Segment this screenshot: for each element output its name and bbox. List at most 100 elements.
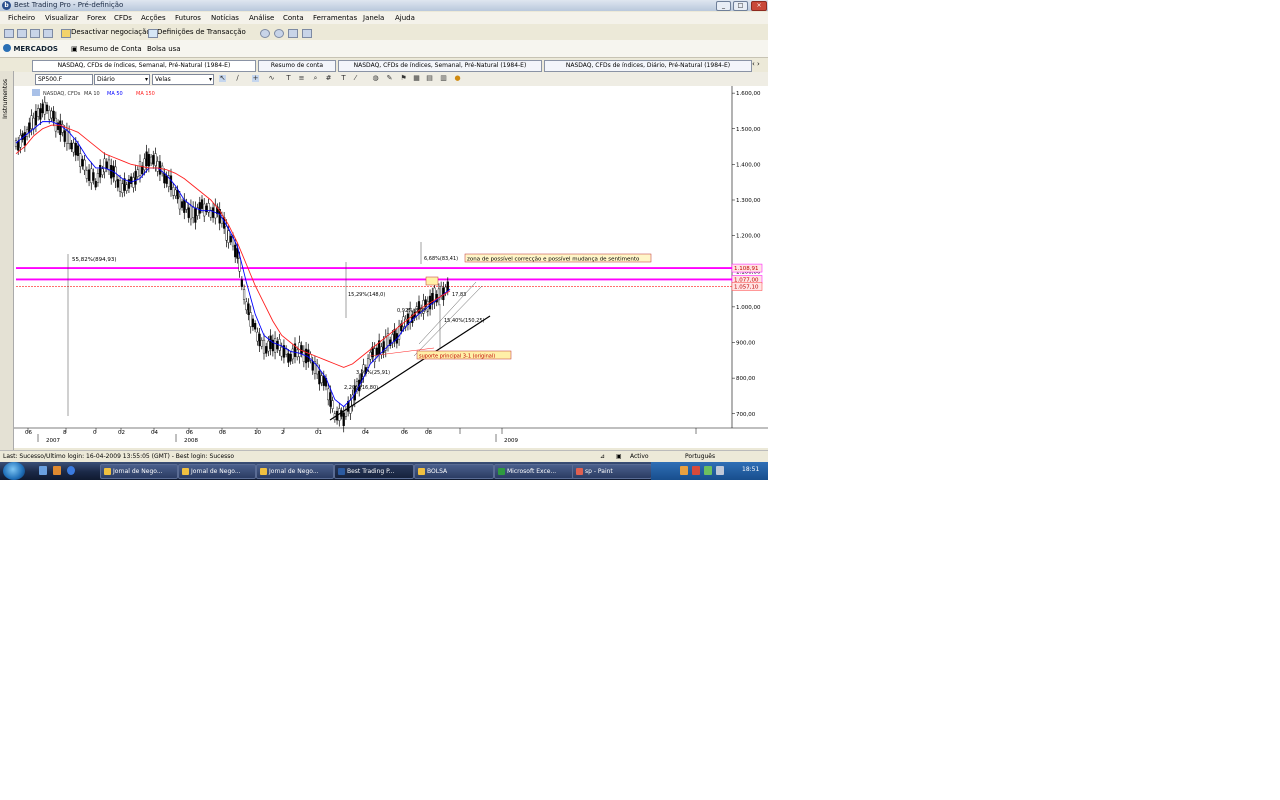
- tray-icon-1[interactable]: [680, 466, 688, 475]
- refresh-icon[interactable]: [288, 29, 298, 38]
- new-icon[interactable]: [4, 29, 14, 38]
- disable-trading-button[interactable]: Desactivar negociação: [71, 28, 151, 36]
- tab-nasdaq-weekly[interactable]: NASDAQ, CFDs de índices, Semanal, Pré-Na…: [32, 60, 256, 72]
- settings-icon[interactable]: [148, 29, 158, 38]
- wave-tool-icon[interactable]: ∿: [268, 75, 275, 82]
- candle-body: [238, 258, 241, 272]
- minimize-button[interactable]: _: [716, 1, 731, 11]
- status-message: Last: Sucesso/Ultimo login: 16-04-2009 1…: [3, 453, 235, 460]
- task-excel[interactable]: Microsoft Exce...: [494, 464, 574, 479]
- indicator-icon[interactable]: ⚑: [400, 75, 407, 82]
- task-icon: [260, 468, 267, 475]
- candle-body: [87, 169, 91, 181]
- account-summary-button[interactable]: ▣ Resumo de Conta: [71, 45, 142, 53]
- print-icon[interactable]: [43, 29, 53, 38]
- trading-toggle-icon[interactable]: [61, 29, 71, 38]
- menu-ficheiro[interactable]: Ficheiro: [8, 14, 35, 22]
- maximize-button[interactable]: □: [733, 1, 748, 11]
- status-lock-icon[interactable]: ▣: [616, 453, 622, 460]
- menu-noticias[interactable]: Notícias: [211, 14, 239, 22]
- task-bolsa[interactable]: BOLSA: [414, 464, 494, 479]
- circle-tool-2-icon[interactable]: [274, 29, 284, 38]
- calculator-icon[interactable]: [302, 29, 312, 38]
- candle-body: [227, 230, 230, 243]
- menu-conta[interactable]: Conta: [283, 14, 304, 22]
- show-desktop-icon[interactable]: [39, 466, 47, 475]
- tab-nasdaq-weekly-2[interactable]: NASDAQ, CFDs de índices, Semanal, Pré-Na…: [338, 60, 542, 72]
- task-icon: [498, 468, 505, 475]
- pencil-icon[interactable]: ✎: [386, 75, 393, 82]
- task-jornal-3[interactable]: Jornal de Nego...: [256, 464, 334, 479]
- network-icon[interactable]: [704, 466, 712, 475]
- crosshair-tool-icon[interactable]: +: [252, 75, 259, 82]
- period-select[interactable]: Diário ▾: [94, 74, 150, 85]
- alert-icon[interactable]: ●: [454, 75, 461, 82]
- menu-accoes[interactable]: Acções: [141, 14, 166, 22]
- candle-body: [280, 346, 283, 357]
- menu-ferramentas[interactable]: Ferramentas: [313, 14, 357, 22]
- cursor-tool-icon[interactable]: ↖: [219, 75, 226, 82]
- y-tick-label: 900,00: [736, 341, 756, 347]
- palette-icon[interactable]: ◍: [372, 75, 379, 82]
- instruments-side-tab[interactable]: Instrumentos: [0, 71, 14, 451]
- task-best-trading[interactable]: Best Trading P...: [334, 464, 414, 479]
- candle-body: [152, 155, 155, 165]
- line-tool-icon[interactable]: ∕: [234, 75, 241, 82]
- task-label: Microsoft Exce...: [507, 468, 557, 475]
- layout-icon[interactable]: ▥: [440, 75, 447, 82]
- menu-forex[interactable]: Forex: [87, 14, 106, 22]
- fibonacci-tool-icon[interactable]: ≡: [298, 75, 305, 82]
- transaction-settings-button[interactable]: Definições de Transacção: [157, 28, 246, 36]
- candle-body: [105, 161, 108, 169]
- annot-17-83: 17,83: [452, 292, 466, 298]
- status-chart-icon[interactable]: ⊿: [600, 453, 605, 460]
- candle-body: [163, 172, 166, 184]
- markets-button[interactable]: MERCADOS: [3, 44, 58, 53]
- task-paint[interactable]: sp - Paint: [572, 464, 652, 479]
- menu-visualizar[interactable]: Visualizar: [45, 14, 79, 22]
- menu-cfds[interactable]: CFDs: [114, 14, 132, 22]
- candle-body: [287, 353, 290, 363]
- symbol-input[interactable]: SP500.F: [35, 74, 93, 85]
- chart-tabs: NASDAQ, CFDs de índices, Semanal, Pré-Na…: [14, 60, 766, 72]
- zoom-tool-icon[interactable]: ⌕: [312, 75, 319, 82]
- circle-tool-icon[interactable]: [260, 29, 270, 38]
- y-tick-label: 1.400,00: [736, 162, 761, 168]
- y-tick-label: 1.300,00: [736, 198, 761, 204]
- menu-ajuda[interactable]: Ajuda: [395, 14, 415, 22]
- media-player-icon[interactable]: [53, 466, 61, 475]
- candle-body: [311, 361, 314, 371]
- task-jornal-2[interactable]: Jornal de Nego...: [178, 464, 256, 479]
- menu-futuros[interactable]: Futuros: [175, 14, 201, 22]
- tab-nasdaq-daily[interactable]: NASDAQ, CFDs de índices, Diário, Pré-Nat…: [544, 60, 752, 72]
- start-button[interactable]: [3, 462, 25, 480]
- text-tool-icon[interactable]: T: [285, 75, 292, 82]
- chart-style-select[interactable]: Velas ▾: [152, 74, 214, 85]
- candle-body: [145, 151, 148, 167]
- menu-analise[interactable]: Análise: [249, 14, 274, 22]
- save-icon[interactable]: [17, 29, 27, 38]
- candle-body: [296, 349, 299, 358]
- template-icon[interactable]: ▤: [426, 75, 433, 82]
- grid-tool-icon[interactable]: #: [325, 75, 332, 82]
- annot-0-92pct: 0,92%(8,95): [397, 308, 428, 314]
- save-all-icon[interactable]: [30, 29, 40, 38]
- ie-icon[interactable]: [67, 466, 75, 475]
- tab-scroll-arrows[interactable]: ‹ ›: [752, 60, 760, 68]
- price-chart[interactable]: NASDAQ, CFDs MA 10 MA 50 MA 150 1.600,00…: [14, 86, 768, 448]
- channel-tool-icon[interactable]: ⁄: [352, 75, 359, 82]
- tray-icon-2[interactable]: [692, 466, 700, 475]
- annot-box-small: [425, 276, 439, 286]
- task-jornal-1[interactable]: Jornal de Nego...: [100, 464, 178, 479]
- close-button[interactable]: ×: [751, 1, 767, 11]
- bolsa-button[interactable]: Bolsa usa: [147, 45, 181, 53]
- chart-properties-icon[interactable]: ▦: [413, 75, 420, 82]
- text-tool-2-icon[interactable]: T: [340, 75, 347, 82]
- year-label: 2007: [46, 438, 60, 444]
- candle-body: [300, 345, 303, 354]
- tab-account-summary[interactable]: Resumo de conta: [258, 60, 336, 72]
- volume-icon[interactable]: [716, 466, 724, 475]
- candle-body: [265, 346, 268, 354]
- candle-body: [320, 375, 323, 383]
- menu-janela[interactable]: Janela: [363, 14, 384, 22]
